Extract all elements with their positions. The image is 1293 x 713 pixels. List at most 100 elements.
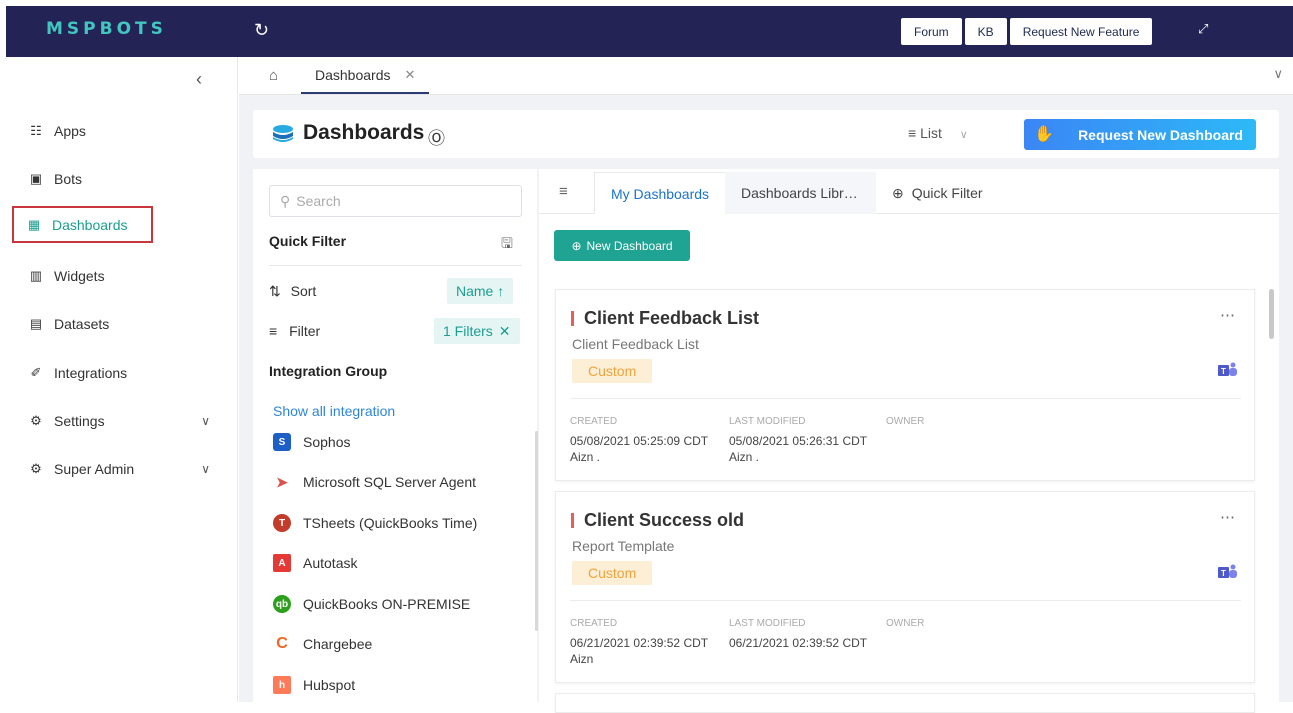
scrollbar[interactable] <box>1269 289 1274 339</box>
integration-group-title: Integration Group <box>269 363 388 379</box>
integration-item[interactable]: C Chargebee <box>273 633 372 655</box>
modified-label: LAST MODIFIED <box>729 416 806 427</box>
plus-circle-icon: ⊕ <box>892 184 904 201</box>
owner-meta: OWNER <box>886 616 924 635</box>
tab-label: Quick Filter <box>911 185 983 201</box>
page-title: Dashboards <box>303 121 425 144</box>
save-icon[interactable]: 🖫 <box>501 233 513 257</box>
close-icon[interactable]: ✕ <box>499 323 511 340</box>
super-admin-icon: ⚙ <box>30 460 42 476</box>
dashboard-card[interactable]: Client Success old Report Template Custo… <box>555 491 1255 683</box>
search-icon: ⚲ <box>280 192 291 209</box>
tab-dashboards-library[interactable]: Dashboards Libr… <box>725 172 876 214</box>
sort-value-pill[interactable]: Name ↑ <box>447 278 514 304</box>
integration-label: Sophos <box>303 434 351 450</box>
request-dashboard-button[interactable]: ✋ Request New Dashboard <box>1024 119 1256 150</box>
search-input[interactable]: ⚲ Search <box>269 185 522 217</box>
sidebar-item-bots[interactable]: ▣ Bots <box>12 160 153 197</box>
tab-dashboards[interactable]: Dashboards ✕ <box>301 57 430 94</box>
title-accent-bar <box>571 311 574 326</box>
more-icon[interactable]: ⋯ <box>1220 306 1236 324</box>
title-accent-bar <box>571 513 574 528</box>
created-by: Aizn <box>570 652 594 666</box>
created-label: CREATED <box>570 416 618 427</box>
divider <box>570 398 1241 399</box>
tab-quick-filter[interactable]: ⊕ Quick Filter <box>876 172 999 214</box>
filter-row[interactable]: ≡ Filter <box>269 323 320 339</box>
fullscreen-icon[interactable]: ⤢ <box>1198 21 1208 37</box>
page-tabs-bar: ⌂ Dashboards ✕ ∨ <box>239 57 1293 95</box>
sidebar-item-datasets[interactable]: ▤ Datasets <box>12 305 153 342</box>
integration-label: TSheets (QuickBooks Time) <box>303 515 478 531</box>
view-mode-select[interactable]: ≡ List ∨ <box>908 125 968 141</box>
chevron-down-icon[interactable]: ∨ <box>1273 66 1283 82</box>
forum-button[interactable]: Forum <box>901 18 962 45</box>
sort-icon: ⇅ <box>269 283 281 299</box>
hand-icon: ✋ <box>1034 126 1054 143</box>
filter-icon: ≡ <box>269 323 278 339</box>
sidebar-item-widgets[interactable]: ▥ Widgets <box>12 257 153 294</box>
modified-date: 06/21/2021 02:39:52 CDT <box>729 636 868 650</box>
integration-label: Microsoft SQL Server Agent <box>303 474 476 490</box>
integration-item[interactable]: qb QuickBooks ON-PREMISE <box>273 593 470 615</box>
main-area: ⌂ Dashboards ✕ ∨ Dashboards Ⓞ ≡ List ∨ ✋… <box>239 57 1293 713</box>
kb-button[interactable]: KB <box>964 18 1007 45</box>
created-by: Aizn . <box>570 450 601 464</box>
sidebar-item-settings[interactable]: ⚙ Settings ∨ <box>12 402 232 439</box>
created-date: 05/08/2021 05:25:09 CDT <box>570 434 709 448</box>
list-tabs: ≡ My Dashboards Dashboards Libr… ⊕ Quick… <box>539 169 1279 214</box>
chargebee-icon: C <box>276 635 288 652</box>
filter-panel: ⚲ Search Quick Filter 🖫 ⇅ Sort Name ↑ ≡ … <box>253 169 538 702</box>
owner-label: OWNER <box>886 618 925 629</box>
integration-item[interactable]: S Sophos <box>273 431 350 453</box>
collapse-sidebar-icon[interactable]: ‹ <box>196 69 202 90</box>
divider <box>269 265 522 266</box>
owner-label: OWNER <box>886 416 925 427</box>
integration-item[interactable]: h Hubspot <box>273 674 355 696</box>
filter-value-pill[interactable]: 1 Filters ✕ <box>434 318 520 344</box>
integration-item[interactable]: T TSheets (QuickBooks Time) <box>273 512 477 534</box>
home-icon[interactable]: ⌂ <box>269 67 278 84</box>
dashboard-card[interactable] <box>555 693 1255 713</box>
more-icon[interactable]: ⋯ <box>1220 508 1236 526</box>
app-logo[interactable]: MSPBOTS <box>46 19 167 39</box>
sidebar: ‹ ☷ Apps ▣ Bots ▦ Dashboards ▥ Widgets ▤… <box>6 57 238 702</box>
new-dashboard-button[interactable]: ⊕ New Dashboard <box>554 230 690 261</box>
sort-row[interactable]: ⇅ Sort <box>269 283 316 300</box>
integration-label: Chargebee <box>303 636 373 652</box>
integration-item[interactable]: ➤ Microsoft SQL Server Agent <box>273 471 476 493</box>
sidebar-item-dashboards[interactable]: ▦ Dashboards <box>12 206 153 243</box>
scrollbar[interactable] <box>535 431 538 631</box>
show-all-integration-link[interactable]: Show all integration <box>273 403 395 419</box>
owner-meta: OWNER <box>886 414 924 433</box>
filter-count: 1 Filters <box>443 323 493 339</box>
sidebar-item-label: Bots <box>54 170 83 187</box>
card-title[interactable]: Client Feedback List <box>584 308 759 329</box>
chevron-down-icon: ∨ <box>959 129 968 141</box>
settings-icon: ⚙ <box>30 412 42 428</box>
view-mode-label: List <box>920 125 942 141</box>
sidebar-item-integrations[interactable]: ✐ Integrations <box>12 354 153 391</box>
integration-item[interactable]: A Autotask <box>273 552 357 574</box>
svg-text:T: T <box>1221 569 1226 578</box>
tsheets-icon: T <box>273 514 291 532</box>
custom-tag: Custom <box>572 359 652 383</box>
card-title[interactable]: Client Success old <box>584 510 744 531</box>
teams-icon[interactable]: T <box>1218 564 1238 580</box>
sidebar-item-apps[interactable]: ☷ Apps <box>12 112 153 149</box>
dashboard-list-panel: ≡ My Dashboards Dashboards Libr… ⊕ Quick… <box>539 169 1279 713</box>
menu-icon[interactable]: ≡ <box>559 183 568 200</box>
chevron-down-icon: ∨ <box>201 461 210 476</box>
help-icon[interactable]: Ⓞ <box>428 124 445 149</box>
close-icon[interactable]: ✕ <box>405 67 416 83</box>
dashboard-card[interactable]: Client Feedback List Client Feedback Lis… <box>555 289 1255 481</box>
modified-by: Aizn . <box>729 450 760 464</box>
plus-circle-icon: ⊕ <box>571 238 582 253</box>
created-meta: CREATED 05/08/2021 05:25:09 CDT Aizn . <box>570 414 708 465</box>
teams-icon[interactable]: T <box>1218 362 1238 378</box>
sidebar-item-super-admin[interactable]: ⚙ Super Admin ∨ <box>12 450 232 487</box>
top-bar: MSPBOTS ↻ Forum KB Request New Feature ⤢ <box>6 6 1293 57</box>
tab-my-dashboards[interactable]: My Dashboards <box>594 172 727 214</box>
request-feature-button[interactable]: Request New Feature <box>1009 18 1153 45</box>
sync-icon[interactable]: ↻ <box>254 20 269 41</box>
